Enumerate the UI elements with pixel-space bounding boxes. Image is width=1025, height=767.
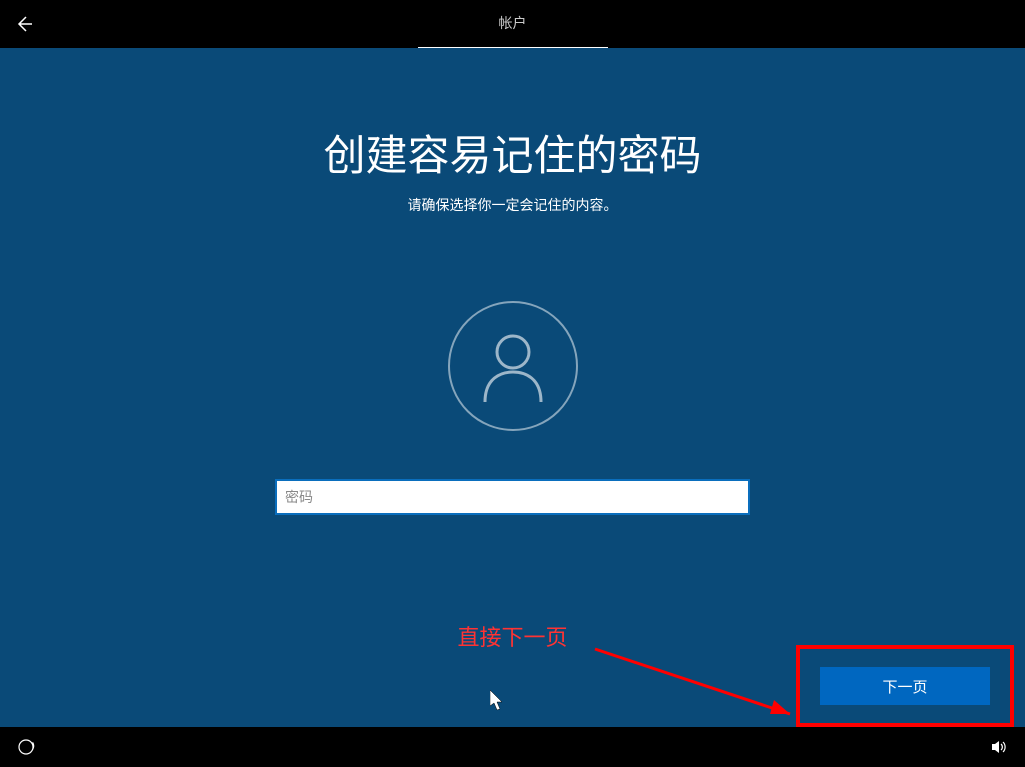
cursor-icon bbox=[490, 690, 506, 712]
avatar-circle bbox=[448, 301, 578, 431]
tab-account[interactable]: 帐户 bbox=[418, 0, 608, 49]
accessibility-button[interactable] bbox=[12, 733, 40, 761]
annotation-arrow-icon bbox=[590, 644, 804, 726]
page-title: 创建容易记住的密码 bbox=[323, 122, 701, 183]
next-button[interactable]: 下一页 bbox=[820, 667, 990, 705]
annotation-direct-next: 直接下一页 bbox=[457, 620, 567, 652]
main-content: 创建容易记住的密码 请确保选择你一定会记住的内容。 直接下一页 下一页 bbox=[0, 48, 1025, 727]
accessibility-icon bbox=[17, 738, 35, 756]
annotation-highlight-box: 下一页 bbox=[796, 645, 1014, 727]
user-icon bbox=[473, 326, 553, 406]
volume-icon bbox=[990, 738, 1008, 756]
volume-button[interactable] bbox=[985, 733, 1013, 761]
bottom-bar bbox=[0, 727, 1025, 767]
back-arrow-icon bbox=[14, 14, 34, 34]
back-button[interactable] bbox=[0, 0, 48, 48]
top-bar: 帐户 bbox=[0, 0, 1025, 48]
page-subtitle: 请确保选择你一定会记住的内容。 bbox=[408, 195, 618, 215]
password-input[interactable] bbox=[275, 479, 750, 515]
